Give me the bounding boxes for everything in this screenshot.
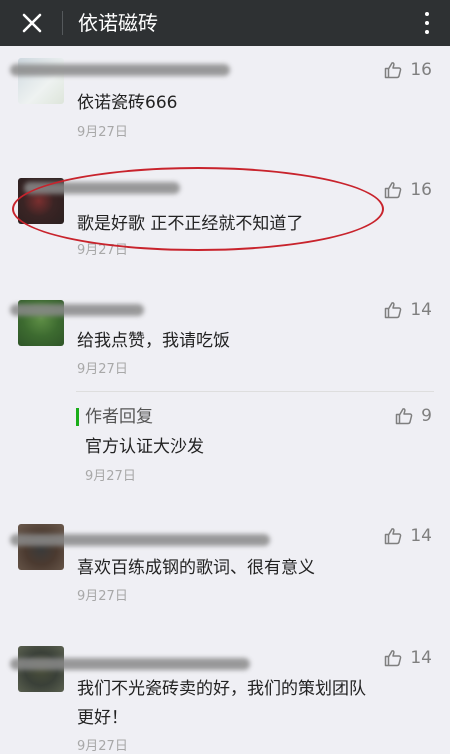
like-count: 14 — [410, 526, 432, 546]
like-button[interactable]: 14 — [384, 300, 432, 320]
avatar[interactable] — [18, 524, 64, 570]
comment-text-line1: 我们不光瓷砖卖的好，我们的策划团队 — [77, 679, 366, 699]
reply-like-button[interactable]: 9 — [395, 406, 432, 426]
comment-date: 9月27日 — [77, 125, 128, 140]
like-button[interactable]: 14 — [384, 526, 432, 546]
like-button[interactable]: 16 — [384, 180, 432, 200]
comment-date: 9月27日 — [77, 362, 128, 377]
close-button[interactable] — [14, 5, 50, 41]
like-count: 16 — [410, 180, 432, 200]
comment-text: 喜欢百练成钢的歌词、很有意义 — [77, 558, 315, 578]
like-count: 9 — [421, 406, 432, 426]
like-count: 14 — [410, 300, 432, 320]
thumbs-up-icon — [395, 408, 413, 425]
comment-item: 16 依诺瓷砖666 9月27日 — [0, 46, 450, 156]
thumbs-up-icon — [385, 182, 402, 199]
comment-item: 14 给我点赞，我请吃饭 9月27日 作者回复 9 官方认证大沙发 9月27日 — [0, 288, 450, 508]
thumbs-up-icon — [385, 62, 402, 79]
comment-date: 9月27日 — [77, 589, 128, 604]
reply-divider — [76, 391, 434, 392]
commenter-name-blurred — [10, 658, 250, 670]
commenter-name-blurred — [10, 64, 230, 76]
close-icon — [22, 13, 42, 33]
thumbs-up-icon — [385, 650, 402, 667]
annotation-circle — [12, 167, 384, 251]
comment-text: 依诺瓷砖666 — [77, 93, 178, 113]
comment-item: 14 喜欢百练成钢的歌词、很有意义 9月27日 — [0, 516, 450, 626]
commenter-name-blurred — [10, 304, 144, 316]
thumbs-up-icon — [385, 302, 402, 319]
page-title: 依诺磁砖 — [78, 11, 158, 35]
comment-date: 9月27日 — [77, 739, 128, 754]
comment-text: 给我点赞，我请吃饭 — [77, 331, 230, 351]
top-bar: 依诺磁砖 — [0, 0, 450, 46]
comment-item: 14 我们不光瓷砖卖的好，我们的策划团队 更好！ 9月27日 — [0, 638, 450, 754]
thumbs-up-icon — [385, 528, 402, 545]
reply-date: 9月27日 — [85, 469, 136, 484]
reply-text: 官方认证大沙发 — [85, 437, 204, 457]
comment-text-line2: 更好！ — [77, 708, 128, 728]
like-button[interactable]: 14 — [384, 648, 432, 668]
author-reply-tag: 作者回复 — [76, 408, 153, 426]
like-button[interactable]: 16 — [384, 60, 432, 80]
divider — [62, 11, 63, 35]
more-vertical-icon — [425, 12, 429, 34]
like-count: 14 — [410, 648, 432, 668]
more-button[interactable] — [418, 6, 436, 40]
like-count: 16 — [410, 60, 432, 80]
commenter-name-blurred — [10, 534, 270, 546]
